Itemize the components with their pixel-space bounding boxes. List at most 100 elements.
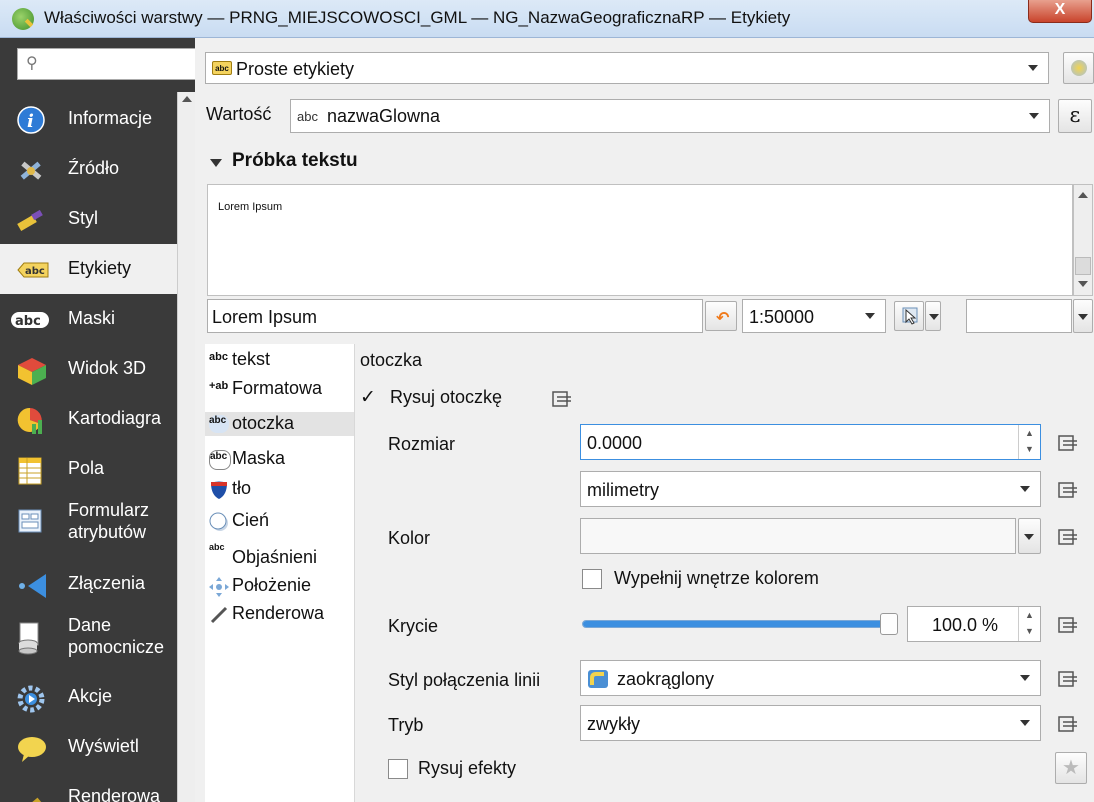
size-data-defined-icon[interactable] — [1055, 432, 1081, 454]
size-spinbox[interactable]: 0.0000 ▲ ▼ — [580, 424, 1041, 460]
chevron-down-icon — [1024, 534, 1034, 540]
sidebar-item-label: Maski — [68, 308, 116, 328]
labels-abc-icon: abc — [16, 256, 49, 284]
draw-effects-checkbox[interactable]: Rysuj efekty — [388, 758, 608, 782]
window-title: Właściwości warstwy — PRNG_MIEJSCOWOSCI_… — [44, 8, 791, 27]
tab-tekst[interactable]: abc tekst — [205, 348, 354, 372]
unit-data-defined-icon[interactable] — [1055, 479, 1081, 501]
mask-abc-icon: abc — [10, 306, 49, 334]
data-defined-override-icon[interactable] — [549, 389, 575, 409]
labels-abc-icon: abc — [212, 61, 232, 75]
sidebar-scrollbar[interactable] — [177, 92, 195, 802]
svg-text:i: i — [27, 111, 34, 132]
sidebar-search-input[interactable]: ⚲ — [17, 48, 195, 80]
tab-cien[interactable]: Cień — [205, 509, 354, 533]
color-data-defined-icon[interactable] — [1055, 526, 1081, 548]
source-tools-icon — [16, 156, 46, 184]
label-settings-tabs: abc tekst +ab Formatowa abc otoczka abc Mask… — [205, 344, 355, 802]
scale-combo[interactable]: 1:50000 — [742, 299, 886, 333]
join-data-defined-icon[interactable] — [1055, 668, 1081, 690]
rendering-brush-icon — [16, 784, 46, 802]
star-icon: ★ — [1062, 757, 1080, 779]
spin-arrows-icon[interactable]: ▲ ▼ — [1018, 425, 1040, 459]
chevron-down-icon — [865, 313, 875, 319]
checkbox-box — [388, 759, 408, 779]
fill-interior-checkbox[interactable]: Wypełnij wnętrze kolorem — [582, 568, 882, 592]
shadow-icon — [209, 512, 229, 531]
preview-scrollbar[interactable] — [1073, 184, 1093, 296]
sidebar-item-zrodlo[interactable]: Źródło — [0, 144, 178, 194]
buffer-color-button[interactable] — [580, 518, 1016, 554]
size-unit-combo[interactable]: milimetry — [580, 471, 1041, 507]
opacity-spinbox[interactable]: 100.0 % ▲ ▼ — [907, 606, 1041, 642]
value-field-combo[interactable]: abc nazwaGlowna — [290, 99, 1050, 133]
sidebar-item-label: Etykiety — [68, 258, 132, 278]
tab-tlo[interactable]: tło — [205, 477, 354, 501]
labels-mode-combo[interactable]: abc Proste etykiety — [205, 52, 1049, 84]
buffer-section-title: otoczka — [360, 350, 423, 370]
sidebar-item-maski[interactable]: abc Maski — [0, 294, 178, 344]
mode-data-defined-icon[interactable] — [1055, 713, 1081, 735]
chevron-down-icon — [1078, 314, 1088, 320]
tab-objasnienia[interactable]: abc Objaśnieni — [205, 539, 354, 571]
join-style-combo[interactable]: zaokrąglony — [580, 660, 1041, 696]
opacity-data-defined-icon[interactable] — [1055, 614, 1081, 636]
tab-label: Renderowa — [232, 603, 325, 623]
opacity-label: Krycie — [388, 616, 439, 636]
tab-label: Objaśnieni — [232, 547, 318, 567]
spin-arrows-icon[interactable]: ▲ ▼ — [1018, 607, 1040, 641]
blend-mode-combo[interactable]: zwykły — [580, 705, 1041, 741]
tab-otoczka[interactable]: abc otoczka — [205, 412, 354, 436]
sidebar-item-dane-pomocnicze[interactable]: Dane pomocnicze — [0, 609, 178, 659]
tab-label: Maska — [232, 448, 286, 468]
sidebar-item-label: Styl — [68, 208, 99, 228]
sample-text-input[interactable]: Lorem Ipsum — [207, 299, 703, 333]
value-label: Wartość — [206, 104, 272, 124]
expression-button[interactable]: ε — [1058, 99, 1092, 133]
formatting-icon: +ab — [209, 380, 229, 392]
rendering-pen-icon — [209, 605, 229, 624]
buffer-color-menu-button[interactable] — [1018, 518, 1041, 554]
reset-sample-button[interactable]: ↶ — [705, 301, 737, 331]
scroll-thumb[interactable] — [1075, 257, 1091, 275]
placement-icon — [209, 577, 229, 597]
tab-renderowanie[interactable]: Renderowa — [205, 602, 354, 626]
tab-label: Położenie — [232, 575, 312, 595]
slider-handle[interactable] — [880, 613, 898, 635]
sidebar-item-kartodiagram[interactable]: Kartodiagra — [0, 394, 178, 444]
sidebar-item-widok-3d[interactable]: Widok 3D — [0, 344, 178, 394]
sidebar-item-formularz-atrybutow[interactable]: Formularz atrybutów — [0, 494, 178, 544]
opacity-slider[interactable] — [582, 613, 898, 635]
draw-effects-label: Rysuj efekty — [418, 758, 517, 778]
chevron-down-icon — [1029, 113, 1039, 119]
sidebar-item-label: Kartodiagra — [68, 408, 162, 428]
sidebar-item-zlaczenia[interactable]: Złączenia — [0, 559, 178, 609]
sidebar-item-label: Złączenia — [68, 573, 146, 593]
style-manager-button[interactable] — [1063, 52, 1094, 84]
sidebar-item-akcje[interactable]: Akcje — [0, 672, 178, 722]
sidebar-item-renderowanie[interactable]: Renderowa — [0, 772, 178, 802]
background-color-menu-button[interactable] — [1073, 299, 1093, 333]
sidebar-item-label: Dane pomocnicze — [68, 615, 165, 657]
sidebar-item-pola[interactable]: Pola — [0, 444, 178, 494]
tab-maska[interactable]: abc Maska — [205, 447, 354, 471]
close-button[interactable]: X — [1028, 0, 1092, 23]
blend-mode-label: Tryb — [388, 715, 424, 735]
undo-arrow-icon: ↶ — [716, 310, 730, 327]
sidebar-item-label: Widok 3D — [68, 358, 147, 378]
sidebar-item-informacje[interactable]: i Informacje — [0, 94, 178, 144]
tab-formatowanie[interactable]: +ab Formatowa — [205, 377, 354, 401]
actions-gear-icon — [16, 684, 46, 713]
tab-polozenie[interactable]: Położenie — [205, 574, 354, 598]
sidebar-item-wyswietl[interactable]: Wyświetl — [0, 722, 178, 772]
scale-pick-menu-button[interactable] — [925, 301, 941, 331]
checkmark-icon — [358, 386, 378, 409]
sidebar-item-styl[interactable]: Styl — [0, 194, 178, 244]
blend-mode-value: zwykły — [587, 714, 640, 734]
sidebar-item-etykiety[interactable]: abc Etykiety — [0, 244, 178, 294]
effects-star-button[interactable]: ★ — [1055, 752, 1087, 784]
map-scale-pick-button[interactable] — [894, 301, 924, 331]
text-abc-icon: abc — [209, 351, 228, 363]
tab-label: tło — [232, 478, 252, 498]
background-color-button[interactable] — [966, 299, 1072, 333]
